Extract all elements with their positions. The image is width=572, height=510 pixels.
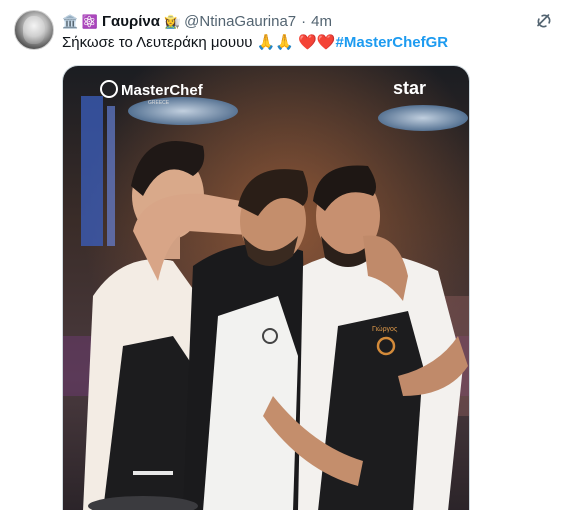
star-channel-logo: star bbox=[393, 78, 426, 98]
name-prefix-emoji: 🏛️ ⚛️ bbox=[62, 13, 98, 29]
hashtag-link[interactable]: #MasterChefGR bbox=[336, 34, 449, 51]
heart-emoji: ❤️❤️ bbox=[298, 34, 336, 51]
avatar[interactable] bbox=[14, 10, 54, 50]
photo-scene: MasterChef GREECE star Γιώργος bbox=[63, 66, 469, 510]
masterchef-logo-sub: GREECE bbox=[148, 100, 170, 106]
timestamp[interactable]: 4m bbox=[311, 13, 332, 30]
grok-icon bbox=[537, 14, 551, 28]
tweet-text: Σήκωσε το Λευτεράκη μουυυ 🙏🙏 ❤️❤️#Master… bbox=[62, 33, 448, 53]
name-suffix-emoji: 👩‍🌾 bbox=[163, 13, 181, 29]
apron-name-tag: Γιώργος bbox=[372, 325, 398, 333]
prayer-emoji: 🙏🙏 bbox=[256, 34, 295, 51]
tweet-media-image[interactable]: MasterChef GREECE star Γιώργος bbox=[62, 65, 470, 510]
user-handle[interactable]: @NtinaGaurina7 bbox=[184, 13, 296, 30]
grok-button[interactable] bbox=[533, 10, 555, 32]
display-name[interactable]: Γαυρίνα bbox=[102, 13, 160, 30]
separator-dot: · bbox=[301, 12, 307, 30]
tweet[interactable]: 🏛️ ⚛️ Γαυρίνα 👩‍🌾 @NtinaGaurina7 · 4m Σή… bbox=[0, 0, 572, 510]
avatar-face bbox=[23, 16, 45, 44]
tweet-header: 🏛️ ⚛️ Γαυρίνα 👩‍🌾 @NtinaGaurina7 · 4m bbox=[62, 11, 332, 31]
tweet-body: Σήκωσε το Λευτεράκη μουυυ bbox=[62, 34, 253, 51]
masterchef-logo: MasterChef bbox=[121, 82, 204, 99]
